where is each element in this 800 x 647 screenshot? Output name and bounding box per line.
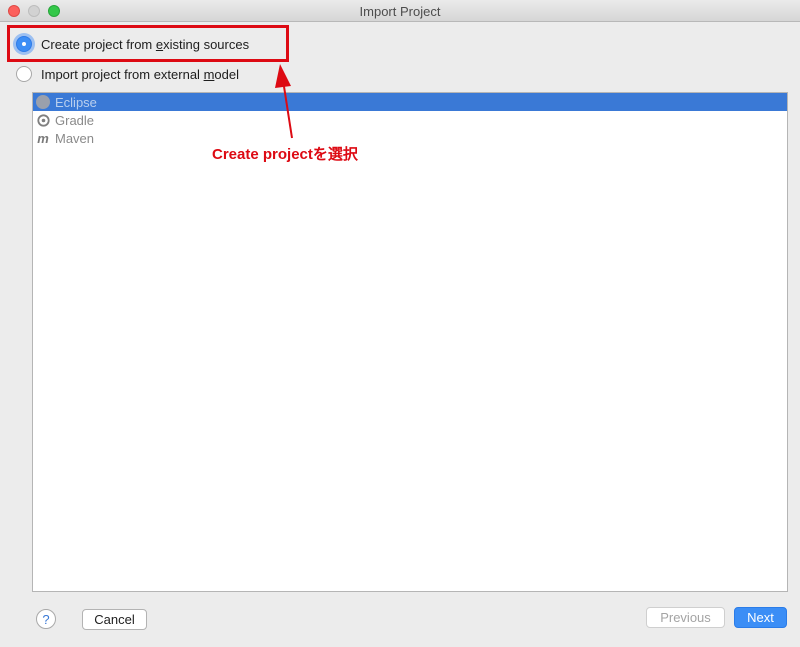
help-button[interactable]: ? — [36, 609, 56, 629]
annotation-arrow-icon — [275, 64, 293, 139]
next-button[interactable]: Next — [734, 607, 787, 628]
annotation-label: Create projectを選択 — [212, 146, 358, 163]
cancel-button[interactable]: Cancel — [82, 609, 147, 630]
previous-button[interactable]: Previous — [646, 607, 725, 628]
